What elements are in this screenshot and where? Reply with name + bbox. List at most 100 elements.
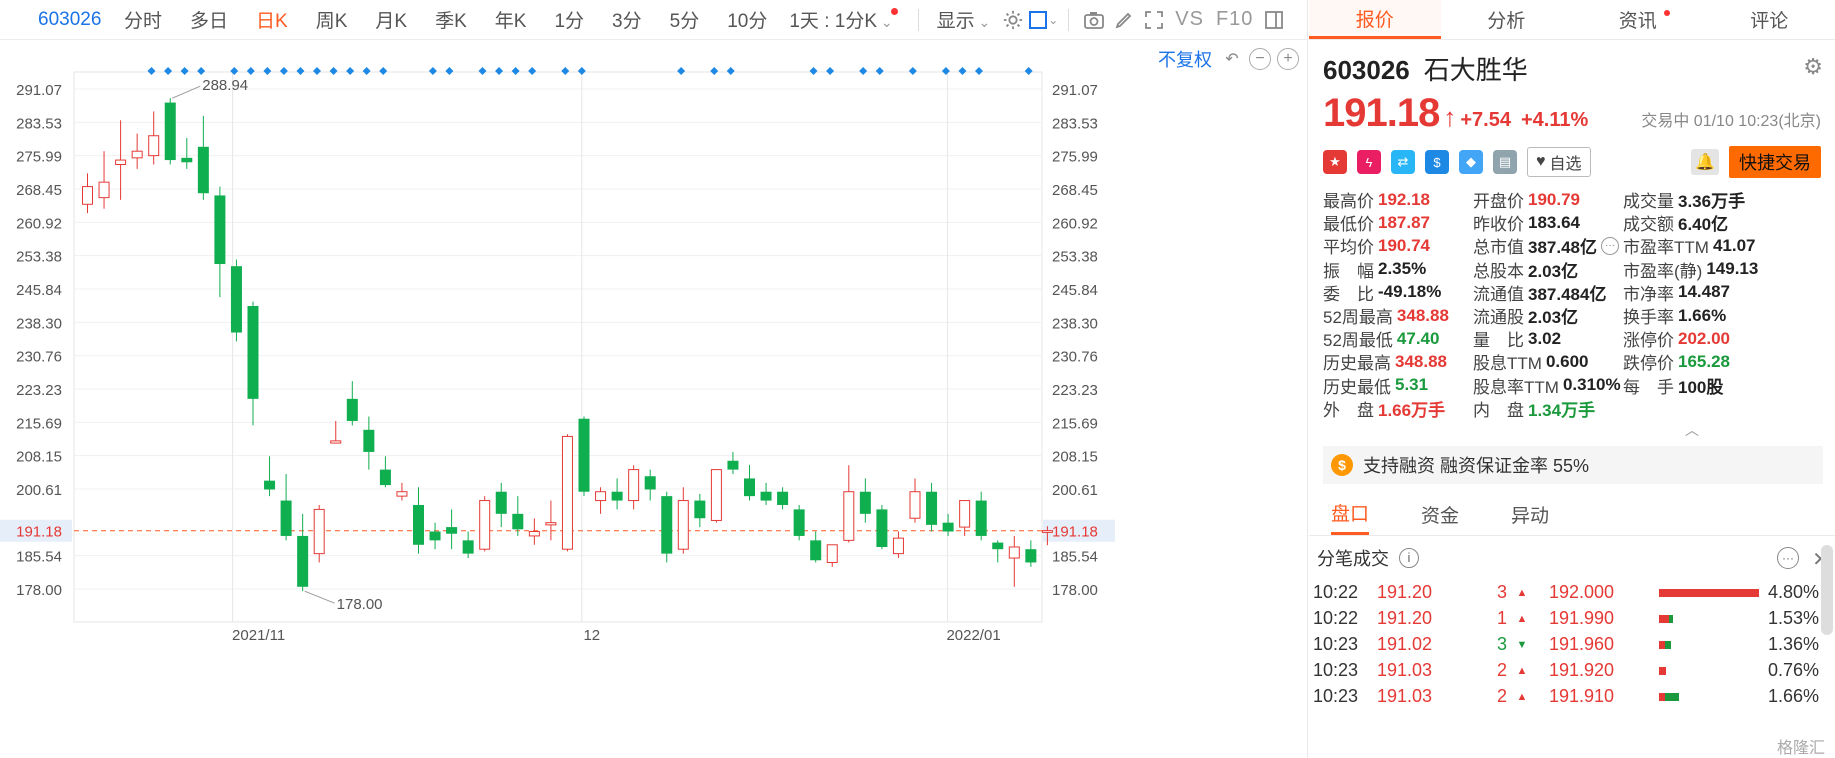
quote-item: 开盘价 190.79 (1473, 188, 1623, 212)
candle-body-down (280, 500, 292, 536)
y-tick-label-right: 253.38 (1052, 249, 1098, 266)
right-tab[interactable]: 分析 (1441, 0, 1573, 39)
x-tick-label: 2022/01 (946, 627, 1000, 644)
quote-label: 涨停价 (1623, 331, 1674, 351)
quote-value: -49.18% (1378, 282, 1442, 302)
report-icon[interactable]: ▤ (1493, 150, 1517, 174)
fast-trade-button[interactable]: 快捷交易 (1729, 146, 1821, 178)
camera-icon[interactable] (1079, 7, 1109, 33)
period-tab[interactable]: 日K (242, 6, 302, 33)
event-marker (1024, 67, 1033, 75)
event-marker (428, 67, 437, 75)
period-tab[interactable]: 5分 (656, 6, 714, 33)
candle-body-down (744, 478, 755, 497)
divider (917, 8, 919, 31)
right-tab[interactable]: 报价 (1309, 0, 1441, 39)
square-icon[interactable]: ⌄ (1028, 7, 1058, 33)
trade-percent: 1.53% (1767, 608, 1819, 629)
vs-button[interactable]: VS (1169, 8, 1210, 31)
margin-info[interactable]: $ 支持融资 融资保证金率 55% (1323, 445, 1823, 484)
settings-icon[interactable]: ⚙ (1803, 54, 1823, 80)
candle-body-down (760, 491, 772, 501)
fullscreen-icon[interactable] (1139, 7, 1169, 33)
sub-tab[interactable]: 盘口 (1331, 493, 1370, 536)
y-tick-label-right: 185.54 (1052, 549, 1098, 566)
period-tab[interactable]: 分时 (110, 6, 176, 33)
bell-icon[interactable]: 🔔 (1691, 149, 1719, 175)
panel-toggle-icon[interactable] (1259, 7, 1289, 33)
more-icon[interactable]: ··· (1601, 236, 1619, 255)
quote-value: 348.88 (1395, 351, 1447, 371)
watchlist-label: 自选 (1549, 156, 1582, 173)
ratio-bar-red (1659, 588, 1759, 597)
quote-value: 14.487 (1678, 282, 1730, 302)
period-tab[interactable]: 3分 (598, 6, 656, 33)
add-watchlist-button[interactable]: ♥ 自选 (1527, 147, 1591, 177)
quote-value: 0.310% (1562, 375, 1621, 395)
period-tab[interactable]: 多日 (176, 6, 242, 33)
trade-price: 191.02 (1377, 634, 1433, 655)
period-tab[interactable]: 周K (302, 6, 362, 33)
y-tick-label-left: 283.53 (16, 115, 62, 132)
ratio-bar (1659, 666, 1759, 675)
china-flag-icon[interactable]: ★ (1323, 150, 1347, 174)
quote-item: 52周最低 47.40 (1323, 327, 1473, 351)
f10-button[interactable]: F10 (1210, 8, 1259, 31)
quote-value: 5.31 (1395, 375, 1429, 395)
dollar-icon[interactable]: $ (1425, 150, 1449, 174)
y-tick-label-left: 208.15 (16, 449, 62, 466)
right-tab[interactable]: 评论 (1704, 0, 1835, 39)
trading-status: 交易中 01/10 10:23(北京) (1641, 113, 1821, 130)
period-dropdown[interactable]: 1天 : 1分K ⌄ (781, 6, 907, 33)
event-marker (346, 67, 355, 75)
quote-value: 2.03亿 (1528, 308, 1579, 328)
candlestick-chart[interactable]: 291.07 291.07 283.53 283.53 275.99 275.99 268.… (0, 40, 1308, 758)
candle-body-up (1041, 530, 1053, 533)
candle-body-up (98, 181, 110, 199)
candle-body-down (992, 542, 1004, 550)
trade-volume: 2 (1496, 660, 1507, 681)
candle-body-down (495, 491, 507, 514)
right-tab[interactable]: 资讯 (1572, 0, 1704, 39)
display-dropdown[interactable]: 显示 ⌄ (929, 6, 999, 33)
quote-label: 内 盘 (1473, 400, 1524, 420)
pencil-icon[interactable] (1109, 7, 1139, 33)
more-icon[interactable]: ··· (1777, 546, 1799, 569)
scrollbar[interactable] (1821, 545, 1833, 635)
sub-tab[interactable]: 异动 (1511, 493, 1549, 535)
trades-header: 分笔成交 i ··· ✕ (1309, 536, 1835, 580)
triangle-down-icon: ▼ (1516, 638, 1528, 651)
max-annotation: 288.94 (202, 77, 248, 94)
quote-item: 成交额 6.40亿 (1623, 211, 1773, 234)
right-tab-label: 资讯 (1618, 11, 1657, 32)
y-tick-label-right: 260.92 (1052, 215, 1098, 232)
sub-tab[interactable]: 资金 (1421, 493, 1459, 535)
tag-icon[interactable]: ◆ (1459, 150, 1483, 174)
period-tab[interactable]: 年K (481, 6, 541, 33)
quote-value: 387.484亿 (1528, 284, 1607, 304)
trades-title: 分笔成交 (1317, 548, 1389, 569)
event-marker (313, 67, 322, 75)
y-tick-label-left: 268.45 (16, 182, 62, 199)
trade-percent: 1.36% (1767, 634, 1819, 655)
quote-value: 47.40 (1396, 328, 1440, 348)
event-marker (329, 67, 338, 75)
shuffle-icon[interactable]: ⇄ (1391, 150, 1415, 174)
event-marker (710, 67, 719, 75)
period-tab[interactable]: 季K (421, 6, 481, 33)
quote-value: 187.87 (1378, 212, 1430, 232)
y-tick-label-left: 178.00 (16, 582, 62, 599)
quote-label: 流通值 (1473, 284, 1524, 304)
quote-label: 委 比 (1323, 284, 1374, 304)
gear-icon[interactable] (998, 7, 1028, 33)
collapse-icon[interactable]: ︿ (1549, 420, 1835, 438)
trade-time: 10:23 (1313, 660, 1359, 681)
period-tab[interactable]: 10分 (713, 6, 781, 33)
ratio-bar (1659, 588, 1759, 597)
info-icon[interactable]: i (1399, 547, 1419, 568)
period-tab[interactable]: 月K (361, 6, 421, 33)
period-tab[interactable]: 1分 (540, 6, 598, 33)
lightning-icon[interactable]: ϟ (1357, 150, 1381, 174)
quote-value: 0.600 (1545, 351, 1589, 371)
event-marker (164, 67, 173, 75)
